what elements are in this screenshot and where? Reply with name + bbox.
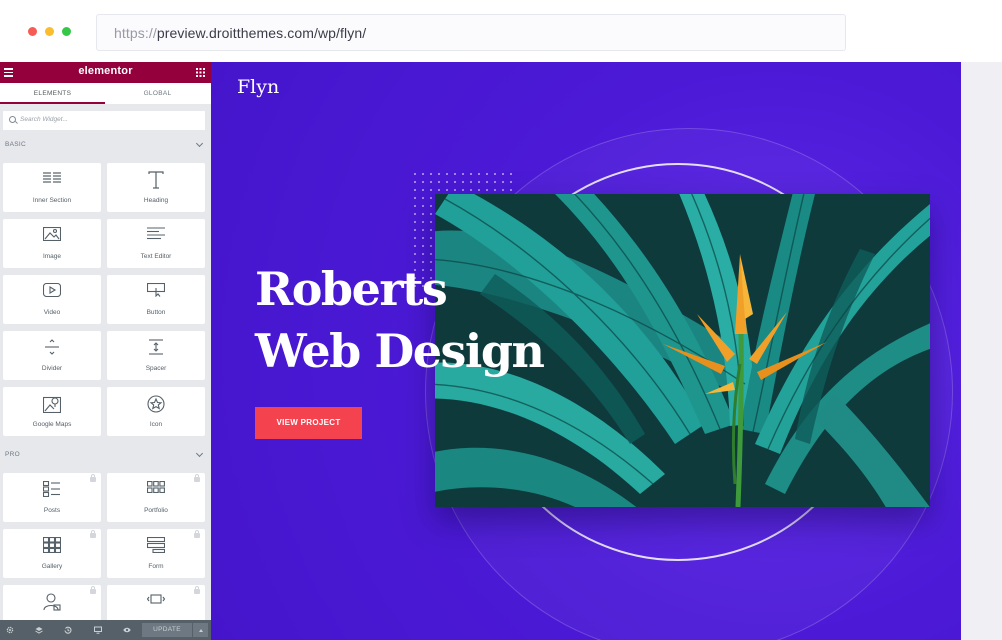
address-bar[interactable]: https://preview.droitthemes.com/wp/flyn/ [96,14,846,51]
widget-label: Text Editor [140,253,172,260]
panel-tabs: ELEMENTS GLOBAL [0,83,211,104]
widget-label: Icon [149,421,163,428]
search-icon [9,116,16,123]
spacer-icon [149,339,163,355]
widget-divider[interactable]: Divider [3,331,101,380]
widget-gallery[interactable]: Gallery [3,529,101,578]
widget-label: Posts [43,507,61,514]
view-project-button[interactable]: VIEW PROJECT [255,407,362,439]
history-icon[interactable] [64,626,72,634]
widget-label: Heading [143,197,169,204]
responsive-mode-icon[interactable] [94,626,102,634]
headline-line-2: Web Design [255,324,545,378]
widget-heading[interactable]: Heading [107,163,205,212]
preview-eye-icon[interactable] [123,626,131,634]
widget-text-editor[interactable]: Text Editor [107,219,205,268]
widget-inner-section[interactable]: Inner Section [3,163,101,212]
posts-icon [43,481,60,497]
login-icon [43,593,61,611]
window-close-dot[interactable] [28,27,37,36]
tab-elements[interactable]: ELEMENTS [0,83,105,104]
widget-label: Image [42,253,62,260]
url-path: preview.droitthemes.com/wp/flyn/ [156,25,367,41]
window-maximize-dot[interactable] [62,27,71,36]
video-icon [43,283,61,297]
heading-icon [148,171,164,189]
widget-search-input[interactable]: Search Widget... [3,111,205,130]
navigator-icon[interactable] [35,626,43,634]
widget-form[interactable]: Form [107,529,205,578]
address-url: https://preview.droitthemes.com/wp/flyn/ [114,25,366,41]
chevron-down-icon[interactable] [195,139,204,148]
widget-label: Form [148,563,164,570]
divider-icon [45,339,59,355]
widget-label: Portfolio [144,507,168,514]
text-editor-icon [147,227,165,240]
hero-headline: Roberts Web Design [255,258,545,382]
image-icon [43,227,61,241]
google-maps-icon [43,396,61,413]
tab-global[interactable]: GLOBAL [105,83,210,104]
page-gutter [961,62,1002,640]
widget-label: Button [146,309,166,316]
apps-grid-icon[interactable] [196,68,205,77]
section-pro-label[interactable]: PRO [5,451,20,458]
widget-google-maps[interactable]: Google Maps [3,387,101,436]
widget-video[interactable]: Video [3,275,101,324]
widget-label: Spacer [145,365,167,372]
inner-section-icon [43,172,61,183]
update-options-caret[interactable] [193,623,208,637]
site-logo[interactable]: Flyn [237,76,279,98]
widget-label: Google Maps [32,421,72,428]
update-button[interactable]: UPDATE [142,623,192,637]
elementor-panel: elementor ELEMENTS GLOBAL Search Widget.… [0,62,211,640]
form-icon [147,537,165,553]
widget-button[interactable]: Button [107,275,205,324]
widget-icon[interactable]: Icon [107,387,205,436]
panel-footer: UPDATE [0,620,211,640]
slides-icon [147,594,165,604]
url-protocol: https:// [114,25,157,41]
widget-label: Inner Section [32,197,72,204]
widget-posts[interactable]: Posts [3,473,101,522]
widget-image[interactable]: Image [3,219,101,268]
panel-header: elementor [0,62,211,83]
settings-icon[interactable] [6,626,14,634]
widget-label: Gallery [41,563,63,570]
star-icon [147,395,165,413]
headline-line-1: Roberts [255,262,448,316]
browser-chrome: https://preview.droitthemes.com/wp/flyn/ [0,0,1002,62]
widget-label: Divider [41,365,63,372]
gallery-icon [43,537,61,553]
preview-hero: Flyn Roberts Web Design VIEW PROJECT [211,62,961,640]
chevron-down-icon[interactable] [195,449,204,458]
search-placeholder: Search Widget... [20,116,68,123]
widget-portfolio[interactable]: Portfolio [107,473,205,522]
section-basic-label[interactable]: BASIC [5,141,26,148]
widget-spacer[interactable]: Spacer [107,331,205,380]
button-icon [147,283,165,297]
widget-label: Video [43,309,61,316]
elementor-logo: elementor [78,65,133,77]
portfolio-icon [147,481,165,493]
window-minimize-dot[interactable] [45,27,54,36]
